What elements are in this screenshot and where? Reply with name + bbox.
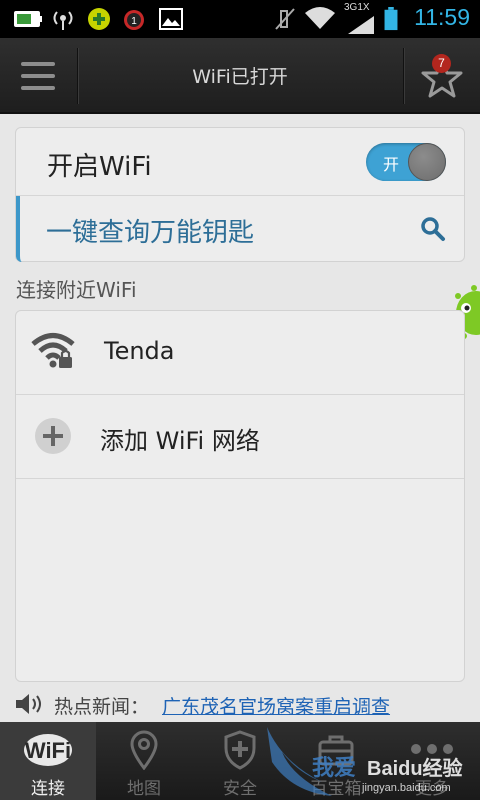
hotspot-icon — [53, 11, 73, 30]
favorites-button[interactable]: 7 — [404, 38, 480, 114]
network-name: Tenda — [104, 337, 175, 365]
wifi-toggle-row: 开启WiFi 开 — [16, 128, 464, 196]
menu-button[interactable] — [0, 38, 76, 114]
wifi-toggle-switch[interactable]: 开 — [366, 143, 446, 181]
clock: 11:59 — [414, 4, 470, 30]
watermark-brand: Baidu经验 — [367, 758, 463, 780]
speaker-icon — [16, 694, 41, 714]
key-query-row[interactable]: 一键查询万能钥匙 — [16, 196, 464, 262]
nav-label: 地图 — [127, 779, 161, 799]
news-label: 热点新闻： — [54, 696, 150, 718]
add-network-row[interactable]: 添加 WiFi 网络 — [16, 395, 464, 479]
alarm-badge-icon: 1 — [124, 10, 144, 30]
key-query-label: 一键查询万能钥匙 — [46, 218, 255, 248]
toggle-knob[interactable] — [408, 143, 446, 181]
add-icon — [35, 418, 71, 454]
wifi-locked-icon — [31, 333, 75, 368]
shield-icon — [224, 730, 256, 770]
title-bar: WiFi已打开 7 — [0, 38, 480, 114]
favorites-badge: 7 — [432, 54, 451, 73]
baidu-watermark: 我爱 Baidu经验 jingyan.baidu.com — [262, 722, 480, 800]
watermark-text: 我爱 — [312, 756, 357, 781]
battery-icon — [384, 7, 398, 31]
vibrate-off-icon — [275, 8, 295, 30]
svg-text:WiFi: WiFi — [25, 738, 71, 763]
search-icon[interactable] — [420, 216, 446, 242]
map-pin-icon — [130, 730, 158, 770]
network-type: 3G1X — [344, 2, 370, 13]
svg-text:1: 1 — [131, 16, 137, 27]
nav-label: 连接 — [31, 779, 65, 799]
toggle-state-text: 开 — [383, 155, 400, 174]
nearby-networks-card: Tenda 添加 WiFi 网络 — [15, 310, 465, 682]
image-icon — [159, 8, 183, 30]
nearby-section-title: 连接附近WiFi — [16, 278, 137, 302]
nav-item-connect[interactable]: WiFi 连接 — [0, 722, 96, 800]
add-network-label: 添加 WiFi 网络 — [100, 427, 260, 455]
nav-item-map[interactable]: 地图 — [96, 722, 192, 800]
status-bar: 1 3G1X 11:59 — [0, 0, 480, 38]
news-headline-link[interactable]: 广东茂名官场窝案重启调查 — [162, 692, 390, 719]
wifi-signal-icon — [305, 7, 335, 29]
page-title: WiFi已打开 — [192, 66, 288, 88]
battery-saver-icon — [14, 11, 42, 27]
cell-signal-icon — [348, 16, 374, 34]
network-row-tenda[interactable]: Tenda — [16, 311, 464, 395]
app-plus-icon — [88, 8, 110, 30]
wifi-settings-card: 开启WiFi 开 一键查询万能钥匙 — [15, 127, 465, 262]
wifi-toggle-label: 开启WiFi — [47, 152, 152, 182]
wifi-badge-icon: WiFi — [24, 734, 72, 766]
watermark-url: jingyan.baidu.com — [362, 782, 451, 794]
